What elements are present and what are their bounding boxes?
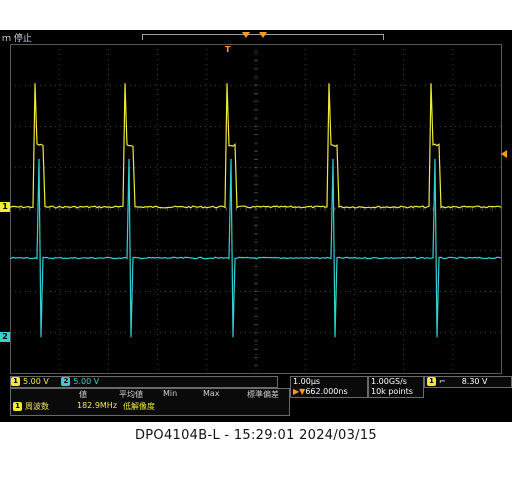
readout-panel: 1 5.00 V 2 5.00 V 値 平均値 Min Max 標準偏差 1 周波数 … bbox=[0, 374, 512, 422]
trigger-position-icon bbox=[242, 32, 250, 38]
measure-value: 182.9MHz bbox=[77, 401, 118, 410]
measure-col-value: 値 bbox=[79, 390, 87, 399]
ch1-badge: 1 bbox=[11, 377, 20, 386]
horizontal-box[interactable]: 1.00µs ▶▼662.000ns bbox=[290, 376, 368, 398]
expansion-point-icon bbox=[259, 32, 267, 38]
trigger-box[interactable]: 1 ⌐ 8.30 V bbox=[424, 376, 512, 388]
measure-col-max: Max bbox=[203, 389, 220, 398]
falling-edge-icon: ⌐ bbox=[439, 377, 446, 386]
trigger-level-icon[interactable] bbox=[501, 150, 507, 158]
oscilloscope-screen: ｍ 停止 1 2 T 1 5.00 V 2 5.00 V 値 平均値 Min Max… bbox=[0, 30, 512, 422]
ch2-trace bbox=[10, 158, 502, 338]
record-length: 10k points bbox=[371, 387, 413, 396]
delay-value: 662.000ns bbox=[305, 387, 348, 396]
trigger-time-marker: T bbox=[225, 45, 231, 54]
measure-col-mean: 平均値 bbox=[119, 390, 143, 399]
trigger-level: 8.30 V bbox=[461, 377, 488, 386]
ch2-badge: 2 bbox=[61, 377, 71, 386]
page-caption: DPO4104B-L - 15:29:01 2024/03/15 bbox=[134, 428, 378, 443]
measure-ch-badge: 1 bbox=[13, 402, 22, 411]
time-scale: 1.00µs bbox=[293, 377, 321, 386]
acquisition-box[interactable]: 1.00GS/s 10k points bbox=[368, 376, 424, 398]
measurement-box[interactable]: 値 平均値 Min Max 標準偏差 1 周波数 182.9MHz 低解像度 bbox=[10, 388, 290, 416]
sample-rate: 1.00GS/s bbox=[371, 377, 407, 386]
measure-label: 周波数 bbox=[25, 402, 49, 411]
ch1-ground-marker[interactable]: 1 bbox=[0, 202, 10, 212]
measure-note: 低解像度 bbox=[123, 402, 155, 411]
ch2-ground-marker[interactable]: 2 bbox=[0, 332, 10, 342]
top-status-bar: ｍ 停止 bbox=[0, 30, 512, 44]
ch2-scale: 5.00 V bbox=[73, 377, 100, 386]
ch1-scale: 5.00 V bbox=[23, 377, 49, 386]
trigger-ch-badge: 1 bbox=[427, 377, 436, 386]
measure-col-min: Min bbox=[163, 389, 178, 398]
measure-col-stddev: 標準偏差 bbox=[247, 390, 279, 399]
delay-icon: ▶▼ bbox=[293, 387, 306, 396]
waveform-graticule bbox=[10, 44, 502, 374]
channel-scale-box[interactable]: 1 5.00 V 2 5.00 V bbox=[10, 376, 278, 388]
acquisition-status[interactable]: ｍ 停止 bbox=[2, 31, 32, 44]
